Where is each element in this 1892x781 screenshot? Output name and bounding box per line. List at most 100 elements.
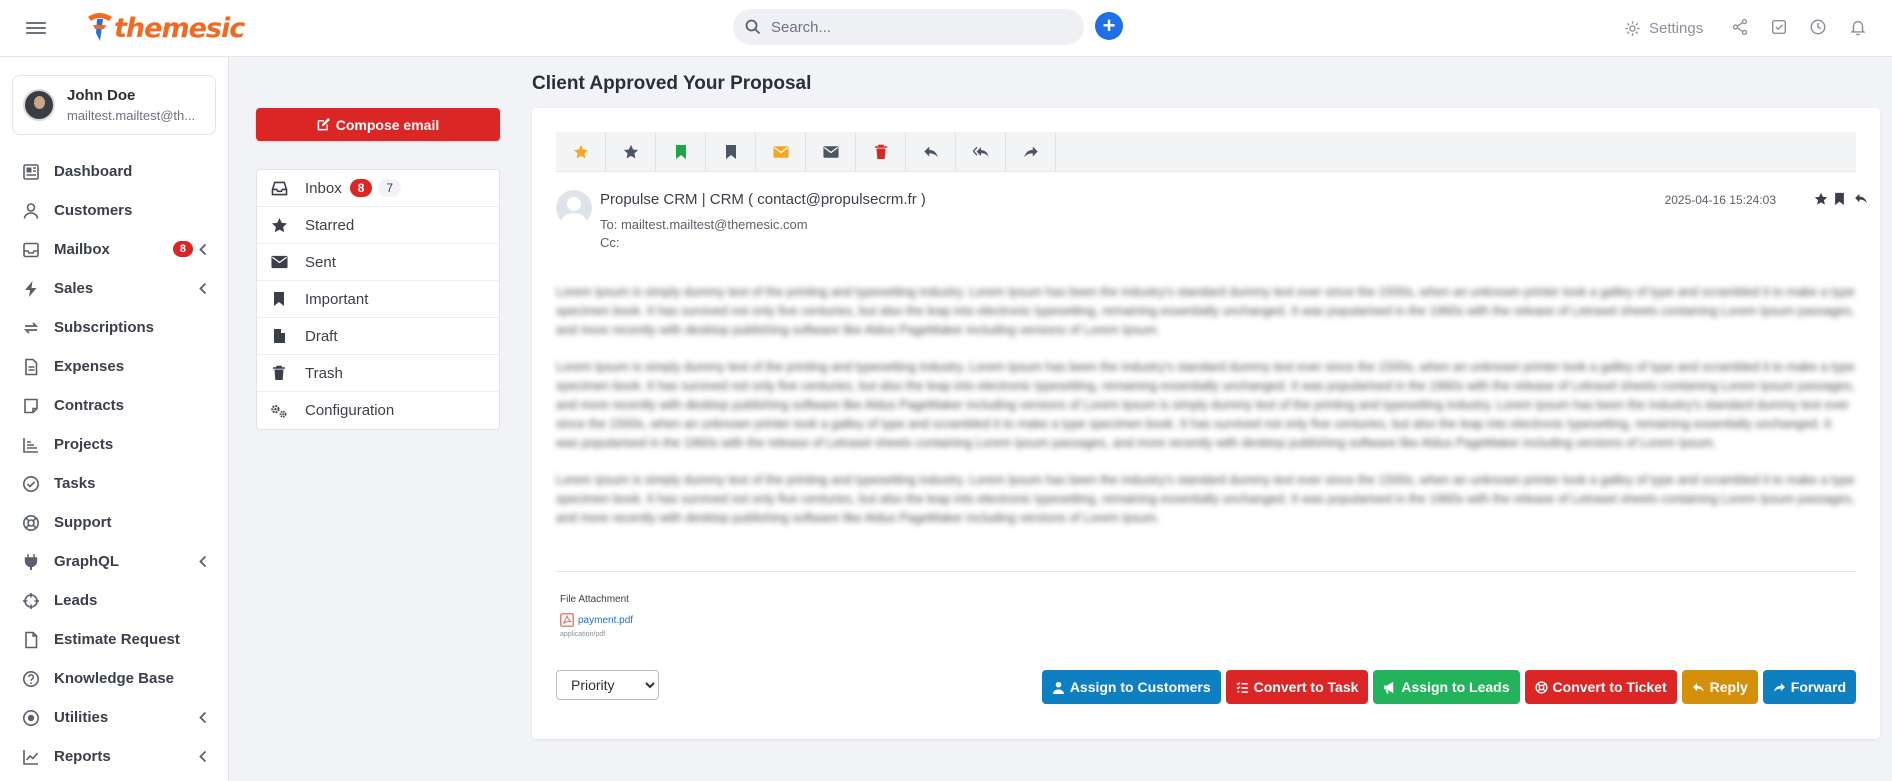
chevron-left-icon[interactable] [198,555,208,568]
button-label: Assign to Customers [1069,679,1211,695]
sidebar-item-dashboard[interactable]: Dashboard [0,152,229,191]
question-icon [22,670,40,688]
sidebar-item-subscriptions[interactable]: Subscriptions [0,308,229,347]
sidebar-item-customers[interactable]: Customers [0,191,229,230]
bell-icon[interactable] [1849,18,1869,38]
attachment-link[interactable]: payment.pdf [560,613,633,627]
priority-select[interactable]: Priority [556,670,659,700]
attachment-type: application/pdf [560,631,606,638]
brand-name: themesic [114,12,245,44]
sidebar-item-label: Dashboard [54,163,133,180]
chevron-left-icon[interactable] [198,282,208,295]
convert-to-task-button[interactable]: Convert to Task [1225,670,1369,704]
sidebar-item-estimate-request[interactable]: Estimate Request [0,620,229,659]
forward-action-button[interactable]: Forward [1762,670,1856,704]
mark-unread-button[interactable] [756,132,806,172]
sidebar-item-label: Knowledge Base [54,670,175,687]
lifebuoy-icon [22,514,40,532]
search-bar[interactable] [733,9,1084,45]
sidebar-item-support[interactable]: Support [0,503,229,542]
body-paragraph: Lorem Ipsum is simply dummy text of the … [556,285,1855,337]
chevron-left-icon[interactable] [198,243,208,256]
reply-icon [1692,682,1704,692]
envelope-icon [822,146,839,158]
bookmark-icon [270,290,288,308]
folder-starred[interactable]: Starred [257,207,499,244]
button-label: Convert to Task [1253,679,1359,695]
user-email: mailtest.mailtest@th... [67,108,196,123]
sidebar-item-tasks[interactable]: Tasks [0,464,229,503]
folder-sent[interactable]: Sent [257,244,499,281]
share-icon[interactable] [1731,18,1751,38]
gear-icon [1625,21,1640,36]
reply-icon [923,146,938,158]
settings-link[interactable]: Settings [1624,0,1703,57]
convert-to-ticket-button[interactable]: Convert to Ticket [1524,670,1677,704]
mail-folder-list: Inbox 8 7 Starred Sent Important Draft T… [256,169,500,430]
folder-label: Important [305,290,369,308]
star-button[interactable] [556,132,606,172]
avatar [23,89,55,121]
reply-all-button[interactable] [956,132,1006,172]
clock-icon[interactable] [1809,18,1829,38]
sidebar-item-reports[interactable]: Reports [0,737,229,776]
folder-draft[interactable]: Draft [257,318,499,355]
sidebar-item-expenses[interactable]: Expenses [0,347,229,386]
body-paragraph: Lorem Ipsum is simply dummy text of the … [556,360,1855,450]
sidebar-item-sales[interactable]: Sales [0,269,229,308]
divider [556,571,1856,572]
sidebar-item-mailbox[interactable]: Mailbox 8 [0,230,229,269]
chevron-left-icon[interactable] [198,711,208,724]
button-label: Assign to Leads [1401,679,1510,695]
sidebar-item-label: GraphQL [54,553,120,570]
top-bar: themesic + Settings [0,0,1892,57]
mark-important-button[interactable] [656,132,706,172]
hamburger-menu-icon[interactable] [26,19,46,37]
sidebar-item-label: Subscriptions [54,319,155,336]
reply-action-button[interactable]: Reply [1681,670,1758,704]
sidebar-item-leads[interactable]: Leads [0,581,229,620]
star-icon[interactable] [1814,192,1828,206]
sidebar: John Doe mailtest.mailtest@th... Dashboa… [0,57,229,781]
search-icon [745,19,761,35]
assign-to-customers-button[interactable]: Assign to Customers [1041,670,1221,704]
sidebar-item-knowledge-base[interactable]: Knowledge Base [0,659,229,698]
delete-button[interactable] [856,132,906,172]
folder-label: Sent [305,253,336,271]
forward-button[interactable] [1006,132,1056,172]
bookmark-icon [675,145,686,159]
sidebar-item-contracts[interactable]: Contracts [0,386,229,425]
envelope-icon [772,146,789,158]
quick-add-button[interactable]: + [1095,12,1123,40]
envelope-icon [270,253,288,271]
sidebar-item-graphql[interactable]: GraphQL [0,542,229,581]
chevron-left-icon[interactable] [198,750,208,763]
chart-icon [22,436,40,454]
sender-name: Propulse CRM | CRM ( contact@propulsecrm… [600,191,926,208]
reply-button[interactable] [906,132,956,172]
unmark-important-button[interactable] [706,132,756,172]
file-icon [270,327,288,345]
assign-to-leads-button[interactable]: Assign to Leads [1373,670,1520,704]
search-input[interactable] [771,18,1061,36]
sidebar-item-projects[interactable]: Projects [0,425,229,464]
tasks-icon [1236,681,1248,693]
folder-inbox[interactable]: Inbox 8 7 [257,170,499,207]
cc-line: Cc: [600,235,620,250]
folder-configuration[interactable]: Configuration [257,392,499,429]
folder-important[interactable]: Important [257,281,499,318]
sender-avatar [556,190,592,226]
star-icon [270,216,288,234]
checkbox-icon[interactable] [1770,18,1790,38]
sidebar-item-utilities[interactable]: Utilities [0,698,229,737]
bookmark-icon[interactable] [1834,192,1848,206]
folder-trash[interactable]: Trash [257,355,499,392]
compose-email-button[interactable]: Compose email [256,108,500,141]
reply-icon[interactable] [1854,192,1868,206]
folder-label: Starred [305,216,355,234]
folder-label: Configuration [305,402,395,419]
brand-logo[interactable]: themesic [84,8,245,48]
user-card[interactable]: John Doe mailtest.mailtest@th... [12,75,216,135]
mark-read-button[interactable] [806,132,856,172]
unstar-button[interactable] [606,132,656,172]
